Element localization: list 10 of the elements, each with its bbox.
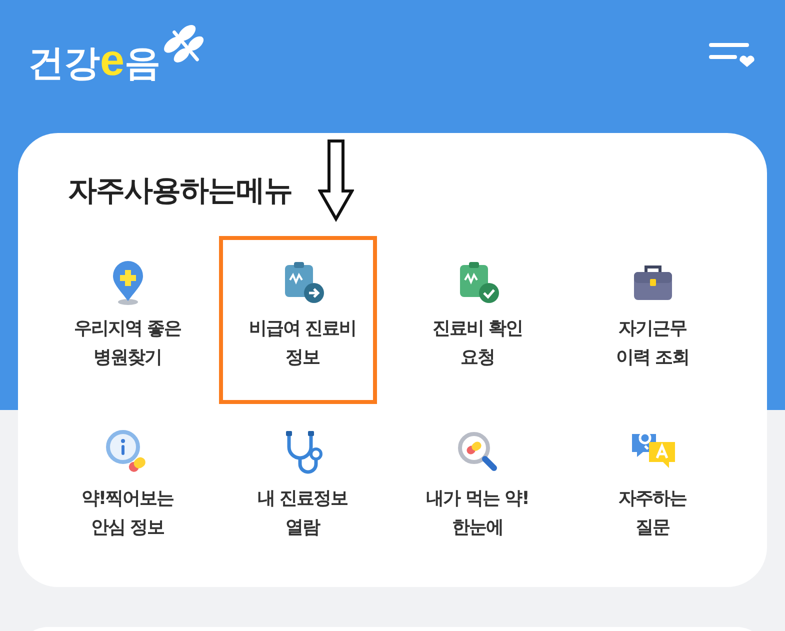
menu-item-label[interactable]: 자기근무 이력 조회 [616,314,690,372]
section-title: 자주사용하는메뉴 [68,172,293,209]
menu-item-label[interactable]: 진료비 확인 요청 [432,314,523,372]
menu-item-label[interactable]: 자주하는 질문 [618,484,686,542]
menu-item-label[interactable]: 비급여 진료비 정보 [248,314,356,372]
menu-item-label[interactable]: 내가 먹는 약! 한눈에 [426,484,529,542]
menu-item-label[interactable]: 내 진료정보 열람 [257,484,348,542]
menu-item-label[interactable]: 약!찍어보는 안심 정보 [81,484,174,542]
menu-item-label[interactable]: 우리지역 좋은 병원찾기 [74,314,182,372]
menu-icon[interactable] [709,41,755,69]
